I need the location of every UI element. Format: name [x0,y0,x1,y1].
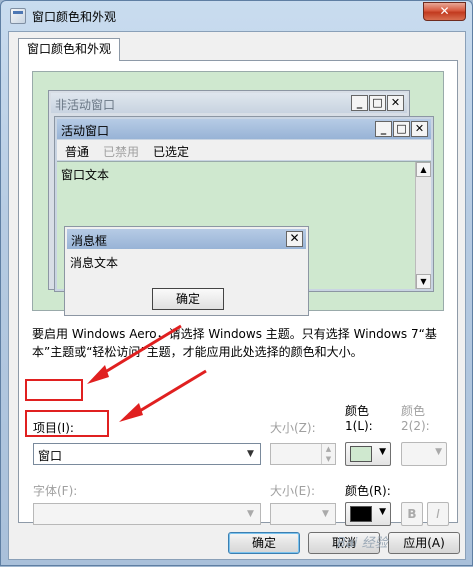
tab-window-color-appearance[interactable]: 窗口颜色和外观 [18,38,121,61]
watermark-text: Bai 经验 [337,536,388,551]
annotation-arrows [87,324,207,422]
dialog-window: 窗口颜色和外观 ✕ 窗口颜色和外观 非活动窗口 _ □ ✕ 活动窗口 _ □ ✕… [0,0,473,566]
